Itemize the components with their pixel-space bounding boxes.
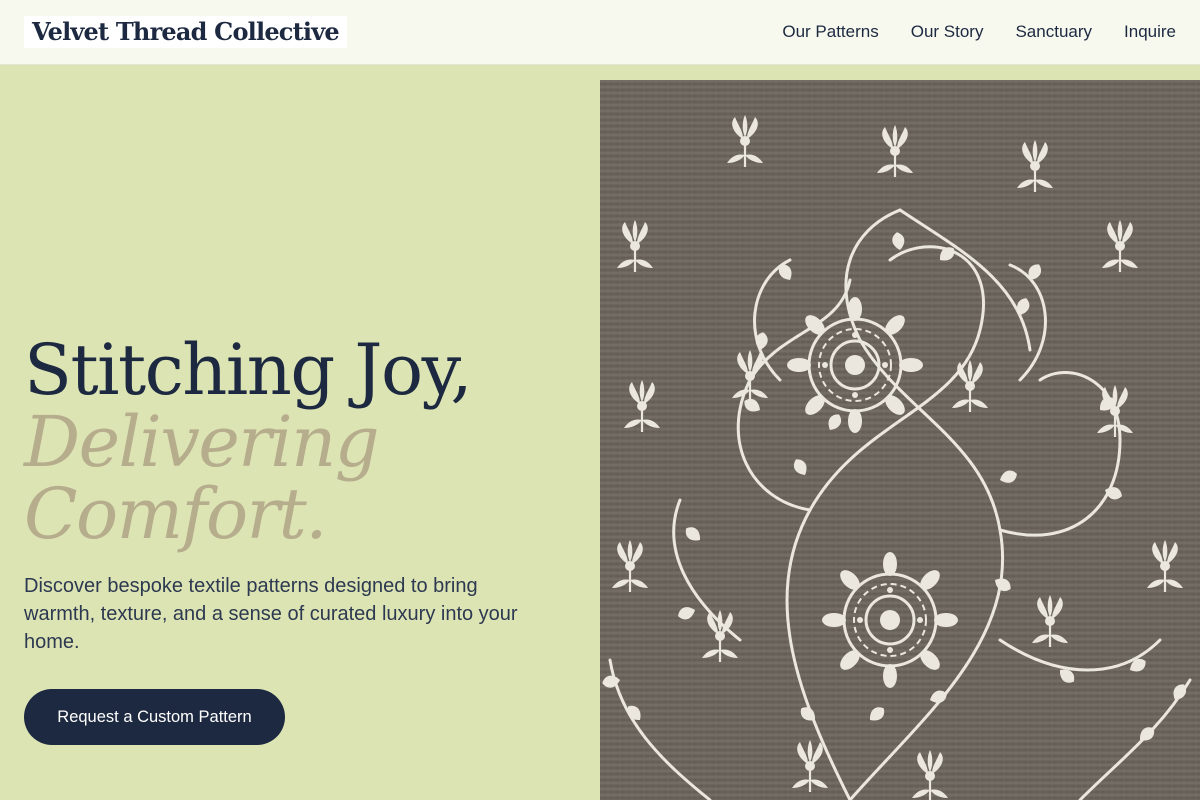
hero-heading: Stitching Joy, Delivering Comfort.: [24, 334, 584, 550]
nav-link-our-patterns[interactable]: Our Patterns: [782, 22, 878, 42]
nav-link-our-story[interactable]: Our Story: [911, 22, 984, 42]
site-logo[interactable]: Velvet Thread Collective: [24, 16, 347, 48]
request-custom-pattern-button[interactable]: Request a Custom Pattern: [24, 689, 285, 745]
hero-title-line-3: Comfort.: [24, 473, 327, 555]
nav-link-inquire[interactable]: Inquire: [1124, 22, 1176, 42]
hero-title-line-1: Stitching Joy,: [24, 329, 473, 411]
nav-link-sanctuary[interactable]: Sanctuary: [1015, 22, 1092, 42]
hero-description: Discover bespoke textile patterns design…: [24, 575, 518, 653]
hero-title-line-2: Delivering: [24, 401, 380, 483]
embroidered-textile-image: [600, 80, 1200, 800]
main-nav: Our Patterns Our Story Sanctuary Inquire: [782, 0, 1176, 64]
site-header: Velvet Thread Collective Our Patterns Ou…: [0, 0, 1200, 65]
